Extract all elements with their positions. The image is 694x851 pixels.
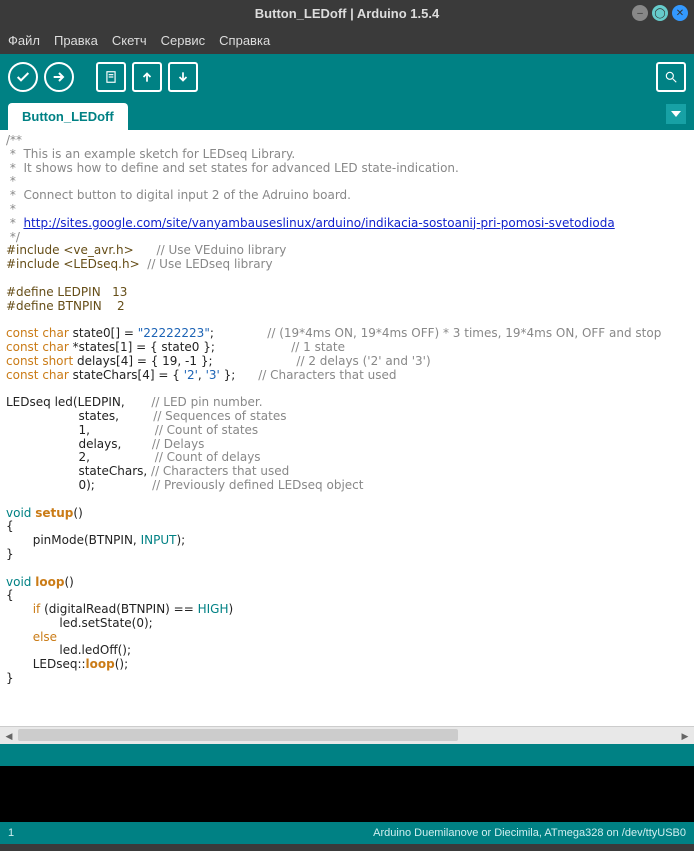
code-line: delays, // Delays xyxy=(6,438,688,452)
code-line: #define BTNPIN 2 xyxy=(6,300,688,314)
menubar: Файл Правка Скетч Сервис Справка xyxy=(0,26,694,54)
code-line: if (digitalRead(BTNPIN) == HIGH) xyxy=(6,603,688,617)
horizontal-scrollbar[interactable]: ◀ ▶ xyxy=(0,726,694,744)
code-line: */ xyxy=(6,231,688,245)
code-line: * http://sites.google.com/site/vanyambau… xyxy=(6,217,688,231)
code-line: const char *states[1] = { state0 }; // 1… xyxy=(6,341,688,355)
code-line: LEDseq::loop(); xyxy=(6,658,688,672)
minimize-button[interactable]: – xyxy=(632,5,648,21)
code-line: states, // Sequences of states xyxy=(6,410,688,424)
code-line: * xyxy=(6,175,688,189)
close-button[interactable]: ✕ xyxy=(672,5,688,21)
code-line xyxy=(6,382,688,396)
window-title: Button_LEDoff | Arduino 1.5.4 xyxy=(255,6,439,21)
board-info: Arduino Duemilanove or Diecimila, ATmega… xyxy=(373,827,686,839)
console[interactable] xyxy=(0,766,694,822)
code-line xyxy=(6,562,688,576)
code-line: const char state0[] = "22222223"; // (19… xyxy=(6,327,688,341)
code-line: led.setState(0); xyxy=(6,617,688,631)
code-line: stateChars, // Characters that used xyxy=(6,465,688,479)
code-line: * xyxy=(6,203,688,217)
code-line: const short delays[4] = { 19, -1 }; // 2… xyxy=(6,355,688,369)
bottombar: 1 Arduino Duemilanove or Diecimila, ATme… xyxy=(0,822,694,844)
arrow-up-icon xyxy=(140,70,154,84)
toolbar xyxy=(0,54,694,100)
code-line: 2, // Count of delays xyxy=(6,451,688,465)
code-line: LEDseq led(LEDPIN, // LED pin number. xyxy=(6,396,688,410)
code-line: const char stateChars[4] = { '2', '3' };… xyxy=(6,369,688,383)
menu-help[interactable]: Справка xyxy=(219,33,270,48)
arrow-right-icon xyxy=(51,69,67,85)
code-line: led.ledOff(); xyxy=(6,644,688,658)
status-area xyxy=(0,744,694,766)
code-line: 0); // Previously defined LEDseq object xyxy=(6,479,688,493)
arrow-down-icon xyxy=(176,70,190,84)
code-line xyxy=(6,313,688,327)
code-line: void setup() xyxy=(6,507,688,521)
verify-button[interactable] xyxy=(8,62,38,92)
code-line: #include <LEDseq.h> // Use LEDseq librar… xyxy=(6,258,688,272)
upload-button[interactable] xyxy=(44,62,74,92)
code-line: #define LEDPIN 13 xyxy=(6,286,688,300)
code-line: * This is an example sketch for LEDseq L… xyxy=(6,148,688,162)
code-line: { xyxy=(6,520,688,534)
menu-file[interactable]: Файл xyxy=(8,33,40,48)
code-line: 1, // Count of states xyxy=(6,424,688,438)
code-editor[interactable]: /** * This is an example sketch for LEDs… xyxy=(0,130,694,726)
menu-sketch[interactable]: Скетч xyxy=(112,33,147,48)
maximize-button[interactable]: ◯ xyxy=(652,5,668,21)
scroll-left-icon[interactable]: ◀ xyxy=(2,729,16,743)
code-line: } xyxy=(6,672,688,686)
scroll-right-icon[interactable]: ▶ xyxy=(678,729,692,743)
code-line xyxy=(6,272,688,286)
tab-sketch[interactable]: Button_LEDoff xyxy=(8,103,128,130)
titlebar: Button_LEDoff | Arduino 1.5.4 – ◯ ✕ xyxy=(0,0,694,26)
file-icon xyxy=(104,70,118,84)
chevron-down-icon xyxy=(671,109,681,119)
code-line: { xyxy=(6,589,688,603)
save-button[interactable] xyxy=(168,62,198,92)
scrollbar-thumb[interactable] xyxy=(18,729,458,741)
tabbar: Button_LEDoff xyxy=(0,100,694,130)
new-button[interactable] xyxy=(96,62,126,92)
code-line: void loop() xyxy=(6,576,688,590)
serial-monitor-button[interactable] xyxy=(656,62,686,92)
code-line: pinMode(BTNPIN, INPUT); xyxy=(6,534,688,548)
check-icon xyxy=(15,69,31,85)
code-line xyxy=(6,493,688,507)
magnifier-icon xyxy=(664,70,678,84)
window-controls: – ◯ ✕ xyxy=(632,5,688,21)
code-line: else xyxy=(6,631,688,645)
code-line: } xyxy=(6,548,688,562)
line-number: 1 xyxy=(8,827,14,839)
code-line: * Connect button to digital input 2 of t… xyxy=(6,189,688,203)
code-line: * It shows how to define and set states … xyxy=(6,162,688,176)
tab-menu-button[interactable] xyxy=(666,104,686,124)
code-line: /** xyxy=(6,134,688,148)
menu-tools[interactable]: Сервис xyxy=(161,33,206,48)
open-button[interactable] xyxy=(132,62,162,92)
code-line: #include <ve_avr.h> // Use VEduino libra… xyxy=(6,244,688,258)
menu-edit[interactable]: Правка xyxy=(54,33,98,48)
code-link[interactable]: http://sites.google.com/site/vanyambause… xyxy=(23,216,614,230)
